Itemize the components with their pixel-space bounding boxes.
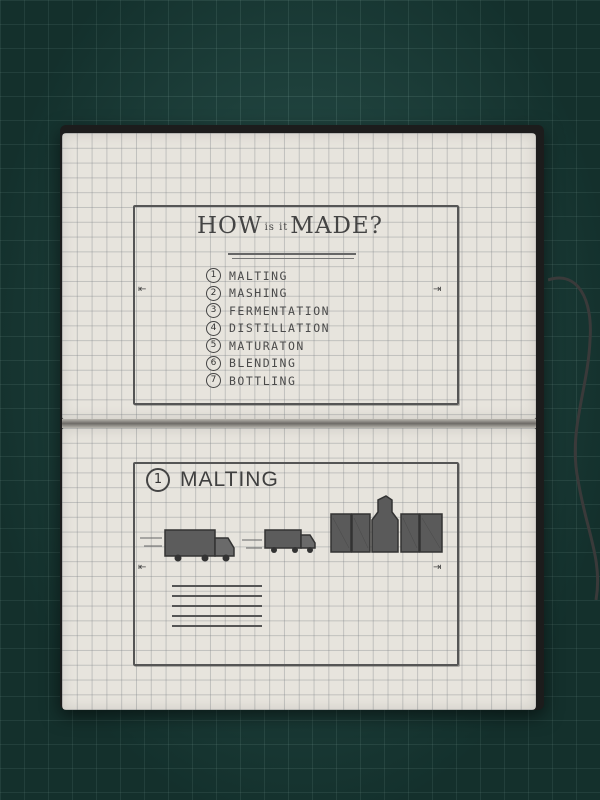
right-arrow-icon: ⇥ — [433, 562, 442, 573]
placeholder-line — [172, 585, 262, 587]
placeholder-line — [172, 595, 262, 597]
text-placeholder-lines — [172, 585, 262, 635]
left-arrow-icon: ⇤ — [138, 562, 147, 573]
big-truck-icon — [164, 529, 235, 562]
malting-illustration — [140, 495, 443, 562]
placeholder-line — [172, 605, 262, 607]
small-truck-icon — [264, 529, 316, 553]
placeholder-line — [172, 615, 262, 617]
placeholder-line — [172, 625, 262, 627]
